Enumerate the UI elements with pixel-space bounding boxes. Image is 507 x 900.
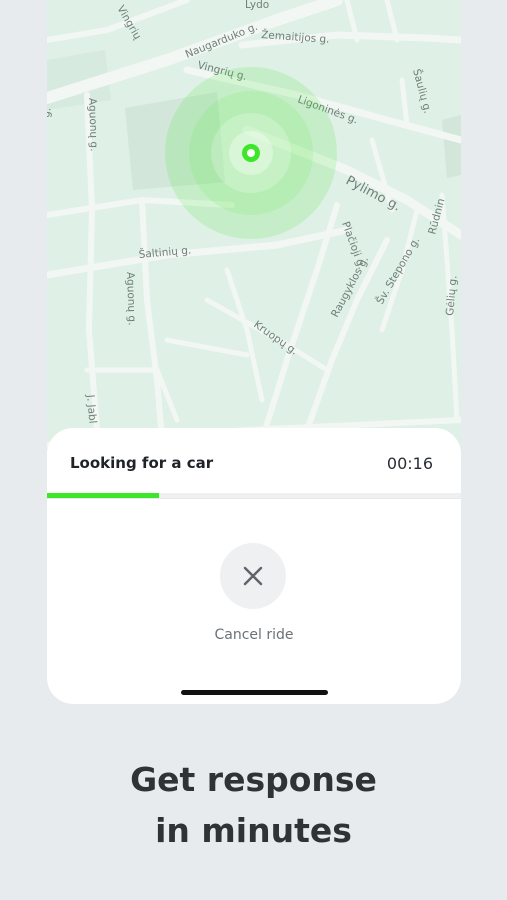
street-label: Lydo xyxy=(245,0,269,11)
ride-status-sheet: Looking for a car 00:16 Cancel ride xyxy=(47,428,461,704)
home-indicator[interactable] xyxy=(181,690,328,695)
cancel-ride-label[interactable]: Cancel ride xyxy=(47,627,461,643)
divider xyxy=(47,498,461,499)
promo-headline: Get response in minutes xyxy=(0,754,507,856)
headline-line-2: in minutes xyxy=(155,811,352,850)
map-canvas[interactable]: Naugarduko g. Žemaitijos g. Vingrių g. L… xyxy=(47,0,461,460)
map-view[interactable]: Naugarduko g. Žemaitijos g. Vingrių g. L… xyxy=(47,0,461,460)
street-label: Aguonų g. xyxy=(86,98,100,152)
search-timer: 00:16 xyxy=(386,454,433,473)
street-label: Aguonų g. xyxy=(124,272,138,326)
phone-screen: Naugarduko g. Žemaitijos g. Vingrių g. L… xyxy=(47,0,461,704)
cancel-ride-button[interactable] xyxy=(220,543,286,609)
location-marker-icon xyxy=(242,144,260,162)
close-icon xyxy=(243,566,263,586)
headline-line-1: Get response xyxy=(130,760,377,799)
status-title: Looking for a car xyxy=(70,454,214,472)
